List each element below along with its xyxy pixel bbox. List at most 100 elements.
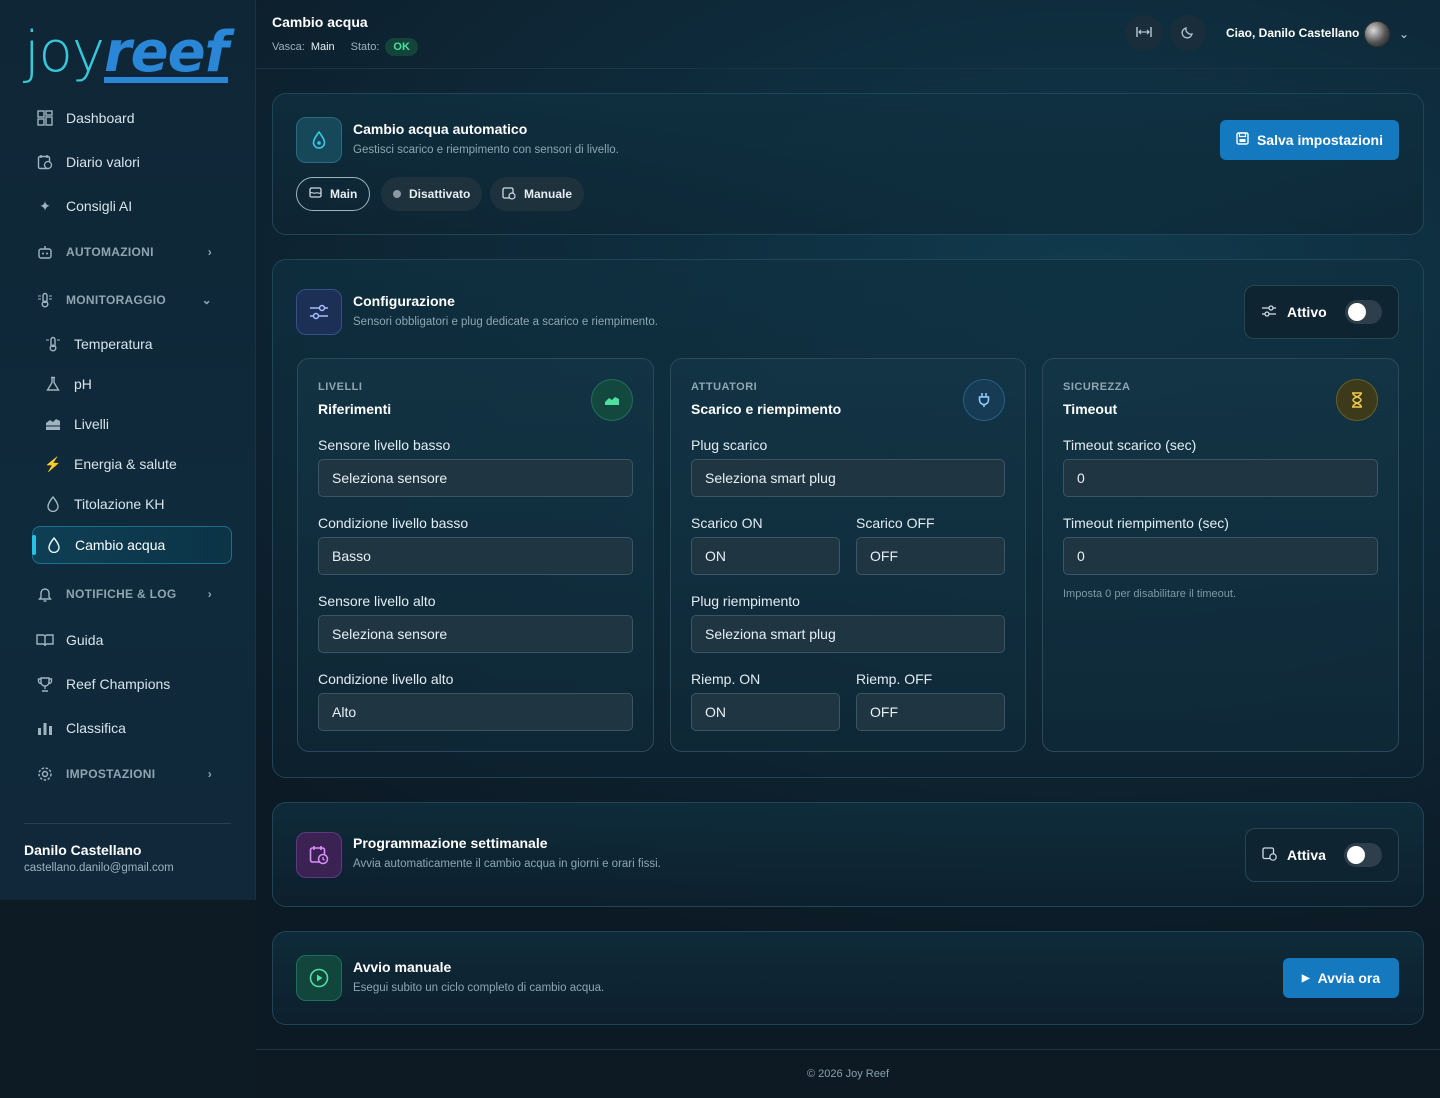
sidebar-item-label: Energia & salute [74,456,177,472]
sidebar-item-ph[interactable]: pH [24,364,232,404]
status-dot-icon [393,190,401,198]
chevron-right-icon: › [207,245,212,259]
fill-timeout-input[interactable]: 0 [1063,537,1378,575]
high-sensor-select[interactable]: Seleziona sensore [318,615,633,653]
plug-icon [963,379,1005,421]
section-label: IMPOSTAZIONI [66,767,156,781]
field-label: Sensore livello basso [318,437,451,453]
sidebar-item-temperatura[interactable]: Temperatura [24,324,232,364]
sidebar-section-notifiche[interactable]: NOTIFICHE & LOG › [24,570,232,618]
avatar[interactable] [1364,21,1390,47]
play-circle-icon [296,955,342,1001]
chevron-right-icon: › [207,587,212,601]
book-icon [36,631,54,649]
sliders-icon [296,289,342,335]
toggle-switch[interactable] [1344,300,1382,324]
fit-width-icon [1136,25,1152,41]
sidebar-item-guida[interactable]: Guida [24,618,232,662]
sidebar-item-label: Guida [66,632,104,648]
low-sensor-select[interactable]: Seleziona sensore [318,459,633,497]
dashboard-icon [36,109,54,127]
low-condition-select[interactable]: Basso [318,537,633,575]
user-greeting[interactable]: Ciao, Danilo Castellano [1226,26,1359,40]
panel-kicker: LIVELLI [318,381,363,393]
calendar-clock-icon [502,186,516,203]
sidebar-item-livelli[interactable]: Livelli [24,404,232,444]
sidebar-section-automazioni[interactable]: AUTOMAZIONI › [24,228,232,276]
drain-plug-select[interactable]: Seleziona smart plug [691,459,1005,497]
field-label: Scarico OFF [856,515,935,531]
section-label: AUTOMAZIONI [66,245,154,259]
fill-off-select[interactable]: OFF [856,693,1005,731]
status-badge: OK [385,38,418,56]
sidebar-item-label: Classifica [66,720,126,736]
sidebar-item-label: Cambio acqua [75,537,166,553]
schedule-active-toggle[interactable]: Attiva [1245,828,1399,882]
sidebar-item-label: pH [74,376,92,392]
bolt-icon: ⚡ [44,455,62,472]
joyreef-logo[interactable]: joy reef [24,20,229,85]
toggle-switch[interactable] [1343,843,1382,867]
calendar-clock-icon [1262,846,1277,864]
stato-label: Stato: [350,41,380,53]
chevron-right-icon: › [207,767,212,781]
card-subtitle: Esegui subito un ciclo completo di cambi… [353,982,605,994]
drain-on-select[interactable]: ON [691,537,840,575]
flask-icon [44,375,62,393]
page-meta: Vasca: Main Stato: OK [272,38,418,56]
sidebar-item-classifica[interactable]: Classifica [24,706,232,750]
copyright-text: © 2026 Joy Reef [806,1068,890,1080]
sidebar-item-label: Consigli AI [66,198,133,214]
sidebar-item-energia[interactable]: ⚡ Energia & salute [24,444,232,484]
sidebar-item-label: Dashboard [66,110,135,126]
sidebar-item-consigli-ai[interactable]: ✦ Consigli AI [24,184,232,228]
calendar-clock-icon [296,832,342,878]
thermometer-icon [44,335,62,353]
sidebar-section-monitoraggio[interactable]: MONITORAGGIO ⌄ [24,276,232,324]
drop-icon [44,495,62,513]
save-settings-button[interactable]: Salva impostazioni [1220,120,1399,160]
sparkles-icon: ✦ [39,197,51,214]
sidebar-item-diario[interactable]: Diario valori [24,140,232,184]
robot-icon [36,243,54,261]
fill-on-select[interactable]: ON [691,693,840,731]
sidebar-section-impostazioni[interactable]: IMPOSTAZIONI › [24,750,232,798]
chevron-down-icon: ⌄ [201,293,212,307]
chip-label: Disattivato [409,187,471,201]
sidebar-item-dashboard[interactable]: Dashboard [24,96,232,140]
start-now-button[interactable]: ▶ Avvia ora [1283,958,1399,998]
section-label: MONITORAGGIO [66,293,167,307]
play-icon: ▶ [1301,972,1310,984]
field-label: Condizione livello alto [318,671,454,687]
high-condition-select[interactable]: Alto [318,693,633,731]
card-subtitle: Sensori obbligatori e plug dedicate a sc… [353,316,658,328]
sidebar-item-label: Titolazione KH [74,496,165,512]
fill-plug-select[interactable]: Seleziona smart plug [691,615,1005,653]
config-active-toggle[interactable]: Attivo [1244,285,1399,339]
chip-label: Main [330,187,358,201]
bell-icon [36,585,54,603]
panel-title: Riferimenti [318,401,392,417]
sidebar-item-titolazione-kh[interactable]: Titolazione KH [24,484,232,524]
field-label: Condizione livello basso [318,515,469,531]
sidebar-item-reef-champions[interactable]: Reef Champions [24,662,232,706]
sliders-icon [1261,304,1277,321]
waves-icon [44,415,62,433]
drain-timeout-input[interactable]: 0 [1063,459,1378,497]
drain-off-select[interactable]: OFF [856,537,1005,575]
fit-width-button[interactable] [1126,15,1162,51]
levels-panel: LIVELLI Riferimenti Sensore livello bass… [297,358,654,752]
save-icon [1236,132,1249,148]
card-subtitle: Avvia automaticamente il cambio acqua in… [353,858,661,870]
vasca-label: Vasca: [272,41,305,53]
chip-label: Manuale [524,187,573,201]
footer: © 2026 Joy Reef [256,1049,1440,1098]
trophy-icon [36,675,54,693]
tank-chip[interactable]: Main [296,177,371,211]
thermometer-icon [36,291,54,309]
sidebar-item-cambio-acqua[interactable]: Cambio acqua [32,526,232,564]
sidebar: joy reef Dashboard Diario valori ✦ Consig… [0,0,256,900]
theme-toggle-button[interactable] [1170,15,1206,51]
save-label: Salva impostazioni [1256,132,1384,148]
chevron-down-icon[interactable]: ⌄ [1399,27,1409,41]
